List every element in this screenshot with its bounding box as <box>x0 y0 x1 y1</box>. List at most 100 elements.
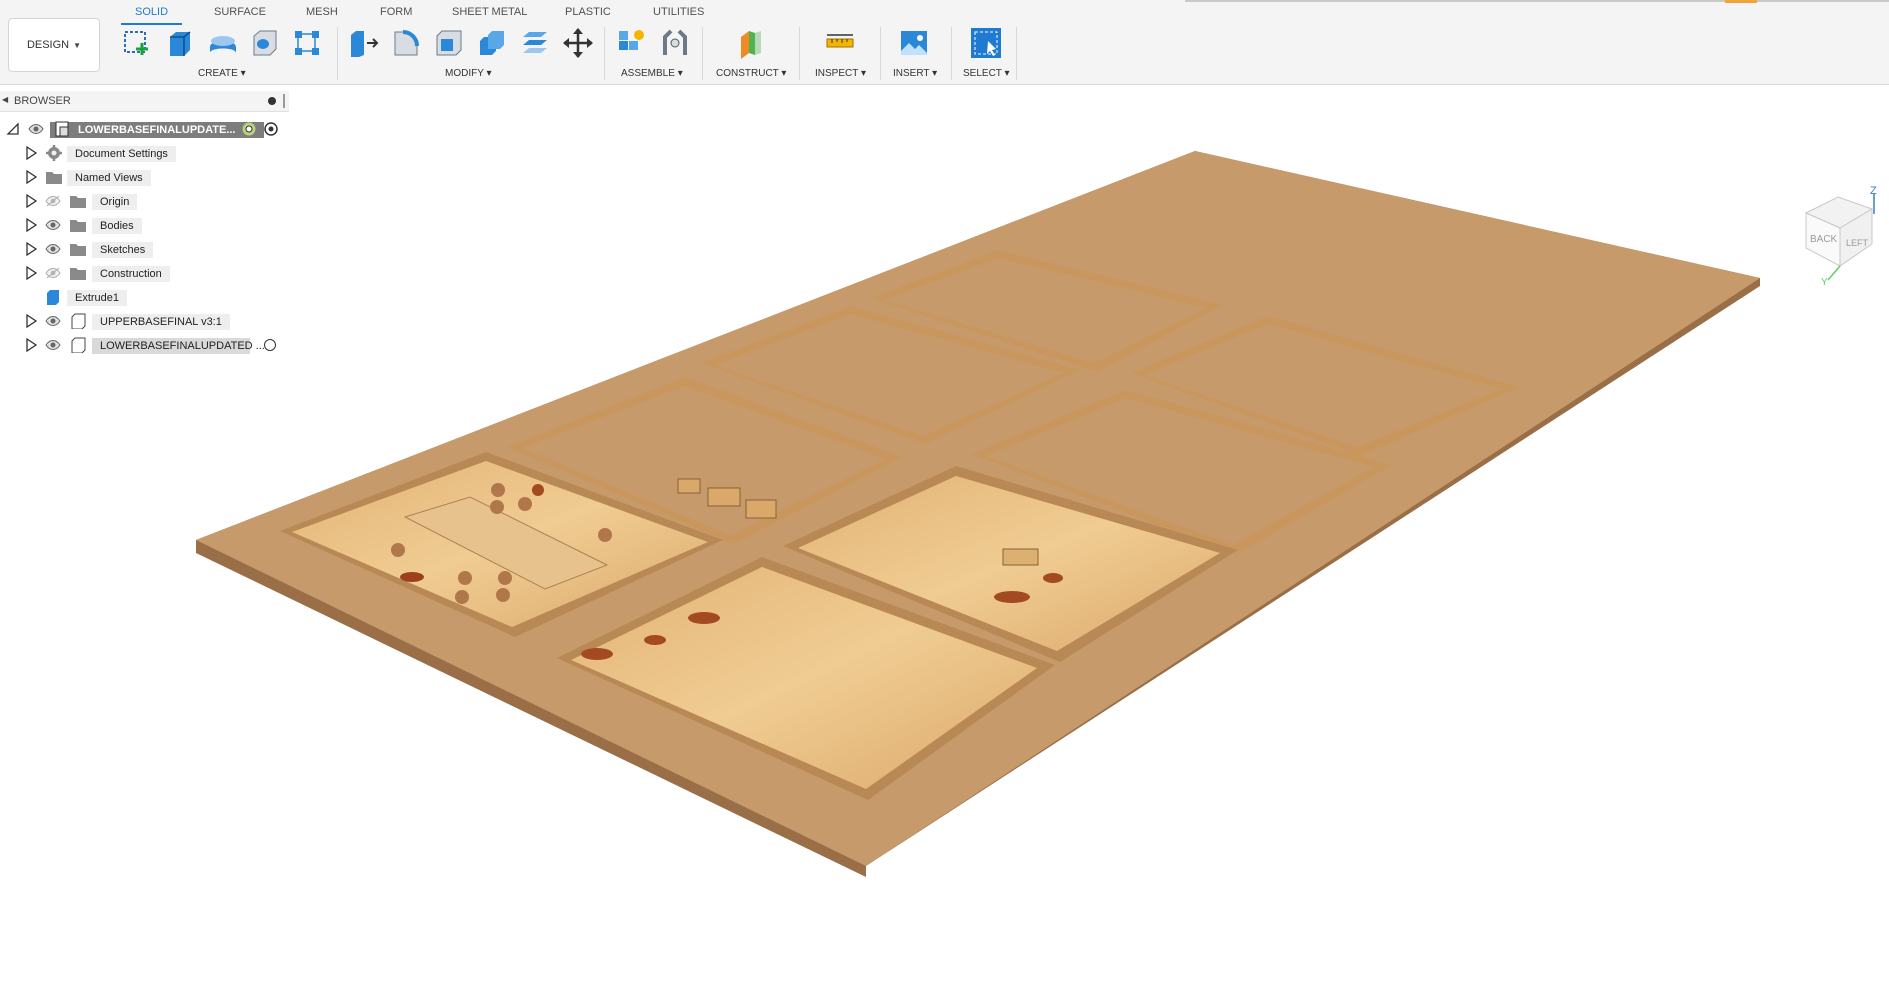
shell-icon[interactable] <box>432 26 466 60</box>
tab-utilities[interactable]: UTILITIES <box>653 6 704 18</box>
measure-icon[interactable] <box>823 26 857 60</box>
expand-right-icon[interactable] <box>24 218 38 232</box>
window-top-line <box>1185 0 1889 2</box>
new-component-icon[interactable] <box>614 26 648 60</box>
browser-item-bodies[interactable]: Bodies <box>24 215 284 235</box>
fillet-icon[interactable] <box>389 26 423 60</box>
visibility-eye-hidden-icon[interactable] <box>45 195 61 207</box>
tab-surface[interactable]: SURFACE <box>214 6 266 18</box>
gear-icon <box>46 145 62 161</box>
browser-item-label: Construction <box>92 266 170 282</box>
tab-form[interactable]: FORM <box>380 6 412 18</box>
visibility-eye-icon[interactable] <box>28 123 44 135</box>
extrude-feature-icon <box>47 290 59 305</box>
insert-image-icon[interactable] <box>897 26 931 60</box>
browser-item-label: Sketches <box>92 242 154 258</box>
activate-icon[interactable] <box>240 121 258 137</box>
browser-item-label: Named Views <box>67 170 151 186</box>
extrude-icon[interactable] <box>163 26 197 60</box>
browser-item-label: Extrude1 <box>67 290 128 306</box>
component-icon <box>71 313 86 329</box>
browser-pin-icon[interactable] <box>268 97 276 105</box>
toolbar-divider <box>799 27 800 80</box>
plane-icon[interactable] <box>734 26 768 60</box>
pattern-icon[interactable] <box>290 26 324 60</box>
insert-menu[interactable]: INSERT ▾ <box>893 68 937 79</box>
browser-item-extrude1[interactable]: Extrude1 <box>24 287 284 307</box>
toolbar: DESIGN ▼ SOLID SURFACE MESH FORM SHEET M… <box>0 0 1889 85</box>
browser-item-origin[interactable]: Origin <box>24 191 284 211</box>
visibility-eye-icon[interactable] <box>45 243 61 255</box>
revolve-icon[interactable] <box>206 26 240 60</box>
browser-root-label[interactable]: LOWERBASEFINALUPDATE... <box>50 122 264 138</box>
sketch-icon[interactable] <box>121 26 155 60</box>
press-pull-icon[interactable] <box>346 26 380 60</box>
window-top-accent <box>1725 0 1757 3</box>
folder-icon <box>70 196 86 208</box>
browser-item-construction[interactable]: Construction <box>24 263 284 283</box>
tab-plastic[interactable]: PLASTIC <box>565 6 611 18</box>
construct-menu[interactable]: CONSTRUCT ▾ <box>716 68 786 79</box>
browser-item-document-settings[interactable]: Document Settings <box>24 143 284 163</box>
expand-right-icon[interactable] <box>24 146 38 160</box>
browser-title: BROWSER <box>14 95 71 107</box>
folder-icon <box>46 172 62 184</box>
browser-item-sketches[interactable]: Sketches <box>24 239 284 259</box>
viewcube-face-back[interactable]: BACK <box>1810 234 1838 245</box>
toolbar-divider <box>880 27 881 80</box>
inspect-menu[interactable]: INSPECT ▾ <box>815 68 866 79</box>
component-icon <box>71 337 86 353</box>
browser-root-row[interactable]: LOWERBASEFINALUPDATE... <box>6 119 296 139</box>
collapse-left-icon[interactable]: ◀ <box>2 95 8 104</box>
viewcube-face-left[interactable]: LEFT <box>1846 238 1869 248</box>
tab-mesh[interactable]: MESH <box>306 6 338 18</box>
visibility-eye-icon[interactable] <box>45 219 61 231</box>
expand-down-icon[interactable] <box>6 122 20 136</box>
assemble-menu[interactable]: ASSEMBLE ▾ <box>621 68 683 79</box>
expand-right-icon[interactable] <box>24 314 38 328</box>
expand-right-icon[interactable] <box>24 266 38 280</box>
move-icon[interactable] <box>561 26 595 60</box>
folder-icon <box>70 220 86 232</box>
browser-item-upperbasefinal[interactable]: UPPERBASEFINAL v3:1 <box>24 311 284 331</box>
tab-sheet-metal[interactable]: SHEET METAL <box>452 6 527 18</box>
browser-item-named-views[interactable]: Named Views <box>24 167 284 187</box>
combine-icon[interactable] <box>475 26 509 60</box>
visibility-eye-icon[interactable] <box>45 315 61 327</box>
toolbar-divider <box>702 27 703 80</box>
tab-solid[interactable]: SOLID <box>120 6 183 25</box>
modify-menu[interactable]: MODIFY ▾ <box>445 68 492 79</box>
expand-right-icon[interactable] <box>24 194 38 208</box>
toolbar-divider <box>951 27 952 80</box>
offset-face-icon[interactable] <box>518 26 552 60</box>
view-cube[interactable]: BACK LEFT Z Y <box>1798 186 1880 286</box>
browser-item-label: Origin <box>92 194 138 210</box>
expand-right-icon[interactable] <box>24 338 38 352</box>
browser-item-lowerbasefinalupdated[interactable]: LOWERBASEFINALUPDATED ... <box>24 335 284 355</box>
hole-icon[interactable] <box>248 26 282 60</box>
browser-resize-handle[interactable] <box>283 94 285 108</box>
expand-right-icon[interactable] <box>24 170 38 184</box>
browser-item-label: UPPERBASEFINAL v3:1 <box>92 314 230 330</box>
expand-right-icon[interactable] <box>24 242 38 256</box>
folder-icon <box>70 244 86 256</box>
visibility-eye-icon[interactable] <box>45 339 61 351</box>
chevron-down-icon: ▼ <box>73 40 82 50</box>
joint-icon[interactable] <box>658 26 692 60</box>
toolbar-divider <box>337 27 338 80</box>
browser-item-label: LOWERBASEFINALUPDATED ... <box>92 338 265 354</box>
workspace-label: DESIGN <box>26 39 70 51</box>
create-menu[interactable]: CREATE ▾ <box>198 68 246 79</box>
activate-radio[interactable] <box>264 339 276 351</box>
toolbar-divider <box>1016 27 1017 80</box>
select-icon[interactable] <box>969 26 1003 60</box>
workspace-dropdown[interactable]: DESIGN ▼ <box>8 18 100 72</box>
axis-y-label: Y <box>1821 277 1828 286</box>
document-icon <box>55 121 69 137</box>
visibility-eye-hidden-icon[interactable] <box>45 267 61 279</box>
folder-icon <box>70 268 86 280</box>
radio-active-icon[interactable] <box>262 121 280 137</box>
browser-header: ◀ BROWSER <box>0 91 289 112</box>
select-menu[interactable]: SELECT ▾ <box>963 68 1010 79</box>
browser-item-label: Document Settings <box>67 146 176 162</box>
